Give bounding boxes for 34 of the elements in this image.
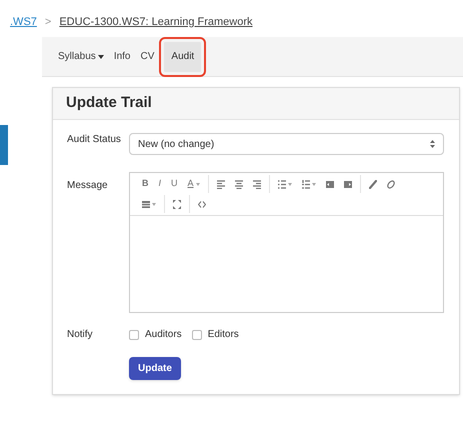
- indent-icon: [344, 180, 352, 188]
- underline-button[interactable]: U: [166, 176, 183, 192]
- tab[interactable]: Audit: [164, 42, 202, 72]
- align-left-icon: [216, 180, 225, 188]
- field-label: Message: [67, 179, 109, 193]
- tab[interactable]: CV: [140, 42, 154, 72]
- sidebar-item-marker: [0, 125, 8, 165]
- sort-icon: [430, 140, 435, 148]
- breadcrumb-separator: >: [44, 14, 52, 30]
- field-label: Audit Status: [67, 133, 122, 147]
- numbered-list-icon: [302, 180, 310, 188]
- field-label: Notify: [67, 328, 94, 342]
- bold-button[interactable]: B: [137, 176, 154, 192]
- audit-status-select[interactable]: New (no change): [129, 133, 444, 155]
- checkbox-label: Auditors: [145, 328, 182, 342]
- tab[interactable]: Syllabus: [58, 42, 104, 72]
- card-title: Update Trail: [66, 93, 152, 114]
- tab[interactable]: Info: [114, 42, 130, 72]
- align-right-icon: [252, 180, 261, 188]
- update-button[interactable]: Update: [129, 357, 181, 380]
- italic-button[interactable]: I: [154, 176, 166, 192]
- breadcrumb-link[interactable]: EDUC-1300.WS7: Learning Framework: [59, 14, 253, 30]
- breadcrumb-link[interactable]: .WS7: [10, 14, 37, 30]
- table-icon: [142, 200, 150, 208]
- message-editor[interactable]: B I U A: [129, 172, 444, 313]
- align-center-icon: [234, 180, 243, 188]
- checkbox-label: Editors: [208, 328, 239, 342]
- bullet-list-icon: [278, 180, 286, 188]
- outdent-icon: [326, 180, 334, 188]
- code-icon: [198, 200, 206, 208]
- checkbox[interactable]: [129, 330, 139, 340]
- checkbox[interactable]: [192, 330, 202, 340]
- fullscreen-icon: [173, 200, 181, 208]
- font-color-button[interactable]: A: [182, 176, 205, 192]
